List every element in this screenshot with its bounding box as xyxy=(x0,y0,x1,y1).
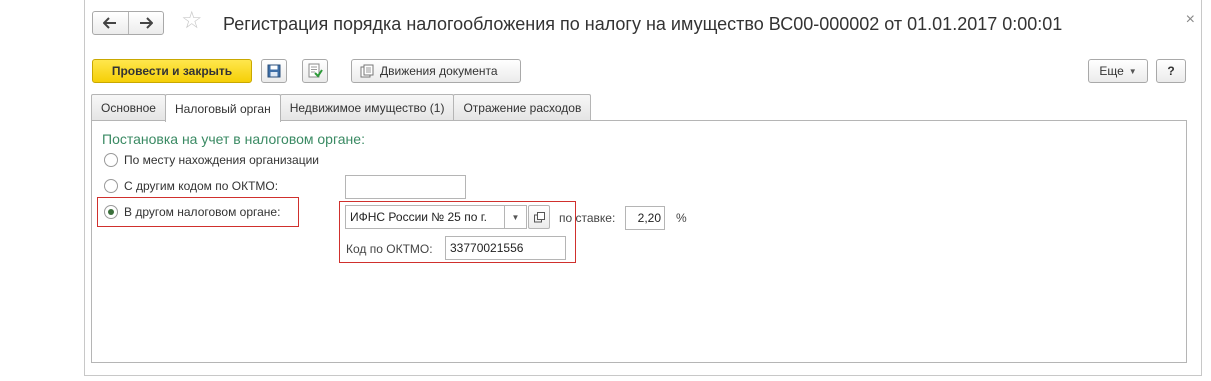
open-icon xyxy=(533,211,545,222)
chevron-down-icon: ▼ xyxy=(1128,66,1137,76)
option-other-oktmo[interactable]: С другим кодом по ОКТМО: xyxy=(104,179,278,193)
option-org-location[interactable]: По месту нахождения организации xyxy=(104,153,319,167)
post-and-close-button[interactable]: Провести и закрыть xyxy=(92,59,252,83)
save-icon xyxy=(267,64,281,78)
section-title: Постановка на учет в налоговом органе: xyxy=(102,131,365,147)
tab-real-estate[interactable]: Недвижимое имущество (1) xyxy=(279,94,455,121)
tab-expense-reflection[interactable]: Отражение расходов xyxy=(453,94,592,121)
tab-main[interactable]: Основное xyxy=(91,94,166,121)
document-movements-button[interactable]: Движения документа xyxy=(351,59,521,83)
option-other-authority-label: В другом налоговом органе: xyxy=(124,205,281,219)
post-button[interactable] xyxy=(302,59,328,83)
help-button[interactable]: ? xyxy=(1156,59,1186,83)
other-oktmo-input[interactable] xyxy=(345,175,466,199)
radio-other-authority[interactable] xyxy=(104,205,118,219)
navigation-buttons xyxy=(92,11,164,35)
forward-button[interactable] xyxy=(127,12,164,34)
rate-label: по ставке: xyxy=(559,211,616,225)
back-button[interactable] xyxy=(93,12,128,34)
tab-bar: Основное Налоговый орган Недвижимое имущ… xyxy=(91,94,592,122)
tax-authority-value: ИФНС России № 25 по г. xyxy=(350,210,487,224)
option-other-authority[interactable]: В другом налоговом органе: xyxy=(104,205,280,219)
tab-tax-authority[interactable]: Налоговый орган xyxy=(164,94,281,122)
post-document-icon xyxy=(308,63,323,78)
chevron-down-icon[interactable]: ▼ xyxy=(504,206,526,228)
option-org-location-label: По месту нахождения организации xyxy=(124,153,320,167)
option-other-oktmo-label: С другим кодом по ОКТМО: xyxy=(124,179,279,193)
window-title: Регистрация порядка налогообложения по н… xyxy=(223,14,1063,34)
arrow-left-icon xyxy=(103,17,117,29)
close-icon[interactable]: × xyxy=(1186,11,1195,29)
more-label: Еще xyxy=(1099,64,1124,78)
more-menu-button[interactable]: Еще ▼ xyxy=(1088,59,1148,83)
open-authority-button[interactable] xyxy=(528,205,550,229)
document-movements-label: Движения документа xyxy=(380,64,498,78)
oktmo-label: Код по ОКТМО: xyxy=(346,242,433,256)
radio-org-location[interactable] xyxy=(104,153,118,167)
oktmo-input[interactable]: 33770021556 xyxy=(445,236,566,260)
radio-other-oktmo[interactable] xyxy=(104,179,118,193)
movements-icon xyxy=(360,64,374,78)
rate-input[interactable]: 2,20 xyxy=(625,206,665,230)
tax-authority-panel: Постановка на учет в налоговом органе: П… xyxy=(91,120,1187,363)
document-window: ☆ Регистрация порядка налогообложения по… xyxy=(84,0,1202,376)
percent-sign: % xyxy=(676,211,687,225)
tax-authority-select[interactable]: ИФНС России № 25 по г. ▼ xyxy=(345,205,527,229)
save-button[interactable] xyxy=(261,59,287,83)
favorite-star-icon[interactable]: ☆ xyxy=(181,9,203,33)
arrow-right-icon xyxy=(139,17,153,29)
